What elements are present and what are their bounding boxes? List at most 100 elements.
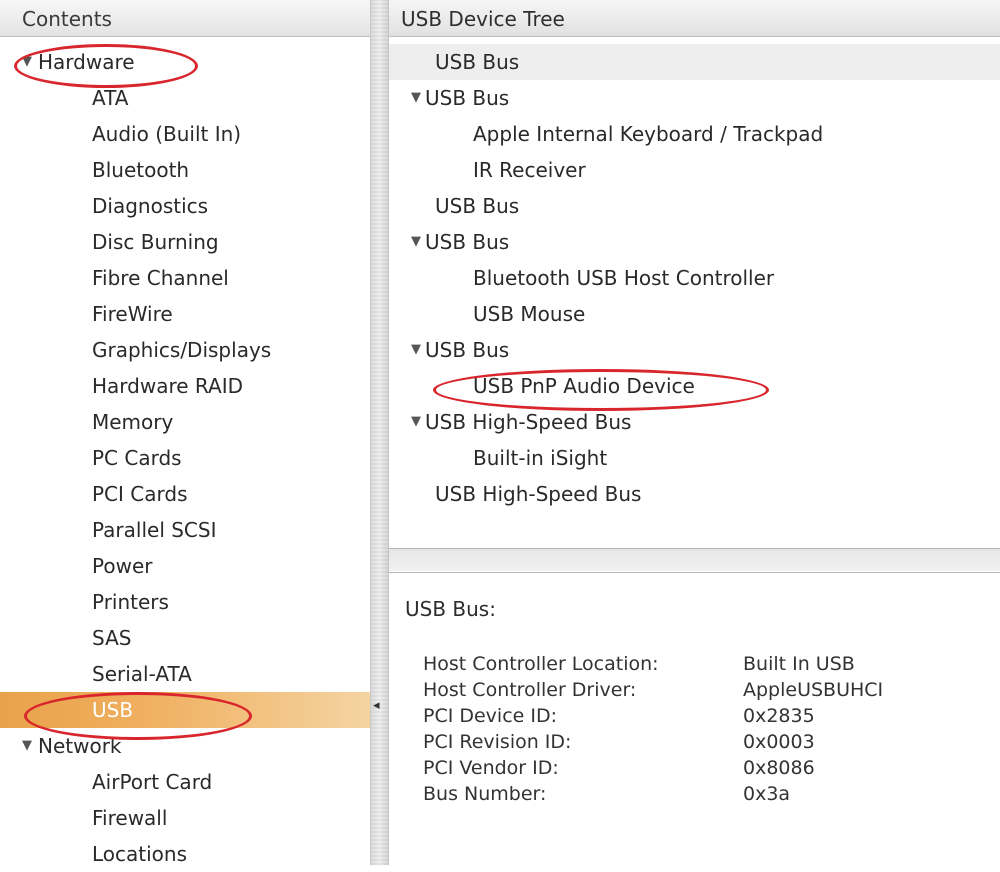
group-network[interactable]: ▼ Network [0, 728, 370, 764]
sidebar-item-graphics-displays[interactable]: Graphics/Displays [0, 332, 370, 368]
sidebar-item-bluetooth[interactable]: Bluetooth [0, 152, 370, 188]
sidebar-item-parallel-scsi[interactable]: Parallel SCSI [0, 512, 370, 548]
tree-row-label: USB Bus [435, 194, 520, 218]
tree-row[interactable]: ▼ USB Bus [389, 332, 1000, 368]
sidebar-item-firewire-label: FireWire [92, 302, 173, 326]
sidebar-item-usb-label: USB [92, 698, 134, 722]
sidebar-item-disc-burning-label: Disc Burning [92, 230, 219, 254]
sidebar-item-audio-built-in--label: Audio (Built In) [92, 122, 242, 146]
tree-row[interactable]: ▼ USB Bus [389, 224, 1000, 260]
tree-row-label: USB Bus [425, 338, 510, 362]
tree-row[interactable]: ▼ USB High-Speed Bus [389, 404, 1000, 440]
tree-row-label: IR Receiver [473, 158, 586, 182]
sidebar-item-serial-ata-label: Serial-ATA [92, 662, 192, 686]
property-value: 0x3a [743, 783, 791, 805]
tree-row-label: Apple Internal Keyboard / Trackpad [473, 122, 824, 146]
usb-device-tree-pane: USB Device Tree USB Bus ▼ USB Bus Apple Int… [389, 0, 1000, 549]
sidebar-item-pci-cards[interactable]: PCI Cards [0, 476, 370, 512]
sidebar-item-firewall[interactable]: Firewall [0, 800, 370, 836]
tree-row[interactable]: USB Bus [389, 188, 1000, 224]
tree-row-label: USB Bus [435, 50, 520, 74]
group-network-label: Network [38, 734, 122, 758]
tree-row[interactable]: ▼ USB Bus [389, 80, 1000, 116]
device-detail-pane: USB Bus: Host Controller Location: Built … [389, 572, 1000, 866]
sidebar-item-sas[interactable]: SAS [0, 620, 370, 656]
sidebar-item-hardware-raid-label: Hardware RAID [92, 374, 243, 398]
tree-row[interactable]: Built-in iSight [389, 440, 1000, 476]
property-key: PCI Revision ID: [423, 731, 572, 753]
tree-row[interactable]: Apple Internal Keyboard / Trackpad [389, 116, 1000, 152]
property-value: 0x8086 [743, 757, 815, 779]
sidebar-item-airport-card[interactable]: AirPort Card [0, 764, 370, 800]
contents-pane: Contents ▼ Hardware ATA Audio (Built In) Blu… [0, 0, 371, 866]
sidebar-item-firewire[interactable]: FireWire [0, 296, 370, 332]
property-key: Host Controller Location: [423, 653, 659, 675]
sidebar-item-locations[interactable]: Locations [0, 836, 370, 872]
sidebar-item-audio-built-in-[interactable]: Audio (Built In) [0, 116, 370, 152]
sidebar-item-ata-label: ATA [92, 86, 129, 110]
disclosure-triangle-down-icon[interactable]: ▼ [411, 80, 421, 116]
sidebar-item-usb[interactable]: USB [0, 692, 370, 728]
disclosure-triangle-down-icon[interactable]: ▼ [411, 224, 421, 260]
contents-title: Contents [22, 7, 112, 31]
property-value: 0x0003 [743, 731, 815, 753]
sidebar-item-fibre-channel[interactable]: Fibre Channel [0, 260, 370, 296]
tree-row[interactable]: IR Receiver [389, 152, 1000, 188]
sidebar-item-printers-label: Printers [92, 590, 169, 614]
pane-divider[interactable] [389, 549, 1000, 571]
pane-splitter[interactable]: ◂ [371, 0, 389, 865]
tree-row-label: USB High-Speed Bus [435, 482, 642, 506]
sidebar-item-firewall-label: Firewall [92, 806, 168, 830]
group-hardware-label: Hardware [38, 50, 135, 74]
sidebar-item-disc-burning[interactable]: Disc Burning [0, 224, 370, 260]
sidebar-item-memory-label: Memory [92, 410, 174, 434]
property-value: 0x2835 [743, 705, 815, 727]
sidebar-item-diagnostics-label: Diagnostics [92, 194, 209, 218]
usb-device-tree-title: USB Device Tree [401, 7, 565, 31]
property-key: Host Controller Driver: [423, 679, 637, 701]
property-key: PCI Vendor ID: [423, 757, 559, 779]
sidebar-item-bluetooth-label: Bluetooth [92, 158, 190, 182]
property-key: Bus Number: [423, 783, 547, 805]
sidebar-item-pci-cards-label: PCI Cards [92, 482, 188, 506]
sidebar-item-printers[interactable]: Printers [0, 584, 370, 620]
tree-row-label: USB Bus [425, 86, 510, 110]
disclosure-triangle-down-icon[interactable]: ▼ [22, 44, 32, 80]
disclosure-triangle-down-icon[interactable]: ▼ [411, 404, 421, 440]
sidebar-item-sas-label: SAS [92, 626, 132, 650]
property-value: Built In USB [743, 653, 855, 675]
detail-title: USB Bus: [405, 597, 496, 621]
tree-row[interactable]: USB Bus [389, 44, 1000, 80]
sidebar-item-hardware-raid[interactable]: Hardware RAID [0, 368, 370, 404]
disclosure-triangle-down-icon[interactable]: ▼ [411, 332, 421, 368]
sidebar-item-diagnostics[interactable]: Diagnostics [0, 188, 370, 224]
tree-row-label: USB Bus [425, 230, 510, 254]
tree-row[interactable]: USB PnP Audio Device [389, 368, 1000, 404]
tree-row[interactable]: USB Mouse [389, 296, 1000, 332]
tree-row-label: USB High-Speed Bus [425, 410, 632, 434]
disclosure-triangle-down-icon[interactable]: ▼ [22, 728, 32, 764]
sidebar-item-pc-cards-label: PC Cards [92, 446, 182, 470]
group-hardware[interactable]: ▼ Hardware [0, 44, 370, 80]
sidebar-item-power[interactable]: Power [0, 548, 370, 584]
sidebar-item-locations-label: Locations [92, 842, 188, 866]
tree-row-label: Built-in iSight [473, 446, 608, 470]
sidebar-item-graphics-displays-label: Graphics/Displays [92, 338, 272, 362]
sidebar-item-memory[interactable]: Memory [0, 404, 370, 440]
sidebar-item-parallel-scsi-label: Parallel SCSI [92, 518, 217, 542]
sidebar-item-power-label: Power [92, 554, 153, 578]
sidebar-item-fibre-channel-label: Fibre Channel [92, 266, 229, 290]
splitter-handle-icon[interactable]: ◂ [373, 698, 380, 713]
tree-row[interactable]: Bluetooth USB Host Controller [389, 260, 1000, 296]
property-key: PCI Device ID: [423, 705, 558, 727]
tree-row[interactable]: USB High-Speed Bus [389, 476, 1000, 512]
tree-row-label: USB PnP Audio Device [473, 374, 695, 398]
sidebar-item-pc-cards[interactable]: PC Cards [0, 440, 370, 476]
sidebar-item-ata[interactable]: ATA [0, 80, 370, 116]
property-value: AppleUSBUHCI [743, 679, 884, 701]
tree-row-label: USB Mouse [473, 302, 586, 326]
usb-device-tree-header: USB Device Tree [389, 0, 1000, 37]
sidebar-item-serial-ata[interactable]: Serial-ATA [0, 656, 370, 692]
contents-header: Contents [0, 0, 370, 37]
sidebar-item-airport-card-label: AirPort Card [92, 770, 213, 794]
